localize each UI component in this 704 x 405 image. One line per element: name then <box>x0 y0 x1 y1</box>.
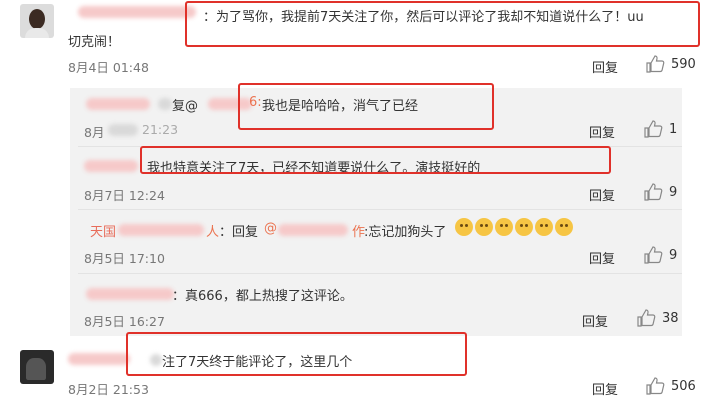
reply-time: 8月7日 12:24 <box>84 188 165 203</box>
reply-button[interactable]: 回复 <box>592 379 618 398</box>
like-count: 506 <box>671 379 696 394</box>
mention-blurred[interactable] <box>278 224 348 236</box>
username-blurred[interactable] <box>68 353 130 365</box>
reply-button[interactable]: 回复 <box>589 122 615 141</box>
username-blurred[interactable] <box>118 224 204 236</box>
time-blurred <box>108 124 138 136</box>
highlight-box <box>185 1 700 47</box>
reply-text: :忘记加狗头了 <box>364 225 447 240</box>
comment-text-continued: 切克闹！ <box>68 35 121 50</box>
like-count: 9 <box>669 248 678 263</box>
divider <box>78 273 682 274</box>
comment-time: 8月4日 01:48 <box>68 60 149 75</box>
thumbs-up-icon <box>644 183 663 201</box>
highlight-box <box>126 332 467 376</box>
dog-emoji-icon <box>475 218 493 236</box>
avatar-figure <box>26 358 46 380</box>
mention-at[interactable]: @ <box>264 221 277 236</box>
thumbs-up-icon <box>644 120 663 138</box>
thumbs-up-icon <box>644 246 663 264</box>
avatar[interactable] <box>20 4 54 38</box>
username-tail[interactable]: 人 <box>206 221 219 240</box>
dog-emoji-icon <box>455 218 473 236</box>
reply-word: 复@ <box>172 99 199 114</box>
dog-emoji-icon <box>515 218 533 236</box>
avatar[interactable] <box>20 350 54 384</box>
reply-button[interactable]: 回复 <box>589 185 615 204</box>
emoji-row <box>455 218 575 236</box>
reply-time-tail: 21:23 <box>142 122 179 137</box>
username-blurred[interactable] <box>86 98 150 110</box>
username-blurred <box>158 98 172 110</box>
reply-button[interactable]: 回复 <box>592 57 618 76</box>
reply-time: 8月 <box>84 125 105 140</box>
avatar-head <box>29 9 45 29</box>
like-count: 9 <box>669 185 678 200</box>
username-partial[interactable]: 天国 <box>90 221 116 240</box>
thumbs-up-icon <box>637 309 656 327</box>
thumbs-up-icon <box>646 55 665 73</box>
like-count: 590 <box>671 57 696 72</box>
reply-button[interactable]: 回复 <box>589 248 615 267</box>
reply-button[interactable]: 回复 <box>582 311 608 330</box>
highlight-box <box>140 146 611 174</box>
like-count: 38 <box>662 311 679 326</box>
avatar-body <box>25 28 49 38</box>
dog-emoji-icon <box>495 218 513 236</box>
reply-time: 8月5日 17:10 <box>84 251 165 266</box>
highlight-box <box>238 83 494 130</box>
like-count: 1 <box>669 122 678 137</box>
reply-text: ：真666，都上热搜了这评论。 <box>172 289 353 304</box>
comment-time: 8月2日 21:53 <box>68 382 149 397</box>
reply-time: 8月5日 16:27 <box>84 314 165 329</box>
dog-emoji-icon <box>535 218 553 236</box>
username-blurred[interactable] <box>86 288 174 300</box>
dog-emoji-icon <box>555 218 573 236</box>
username-blurred[interactable] <box>84 160 138 172</box>
divider <box>78 209 682 210</box>
thumbs-up-icon <box>646 377 665 395</box>
reply-word: ：回复 <box>219 225 259 240</box>
reply-prefix: 复@ <box>172 95 198 114</box>
username-blurred[interactable] <box>78 6 196 18</box>
